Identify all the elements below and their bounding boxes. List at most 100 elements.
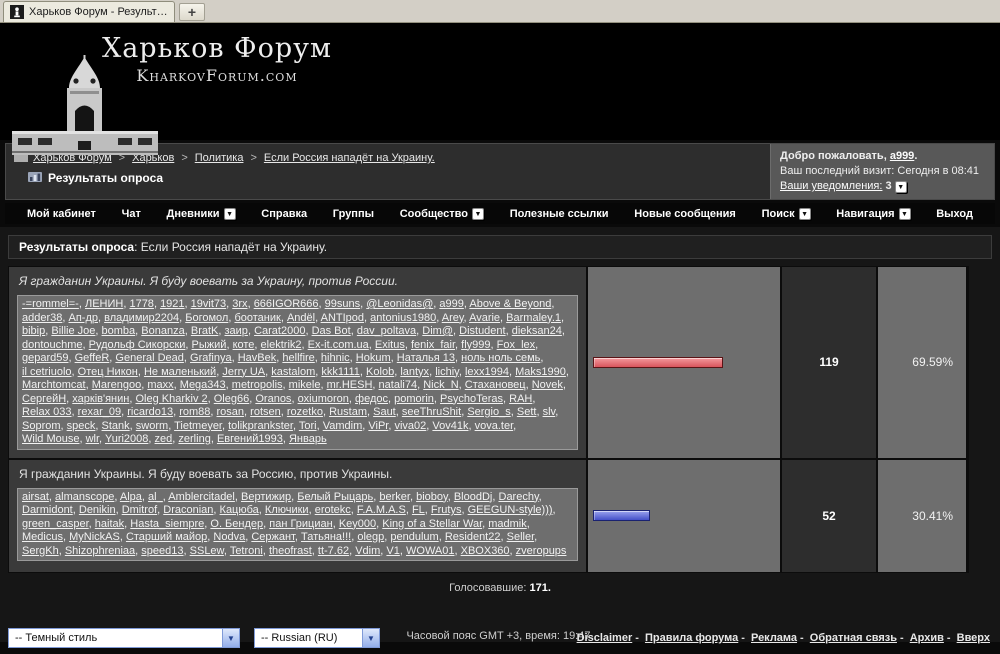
voter-link[interactable]: seeThruShit xyxy=(402,406,461,418)
voter-link[interactable]: Vamdim xyxy=(323,420,363,432)
voter-link[interactable]: Вертижир xyxy=(241,491,291,503)
voter-link[interactable]: V1 xyxy=(386,545,399,557)
voter-link[interactable]: kastalom xyxy=(271,366,315,378)
voter-link[interactable]: Novek xyxy=(532,379,563,391)
voter-link[interactable]: zveropups xyxy=(516,545,567,557)
voter-link[interactable]: Yuri2008 xyxy=(105,433,148,445)
voter-link[interactable]: bibip xyxy=(22,325,45,337)
voter-link[interactable]: Arey xyxy=(442,312,464,324)
voter-link[interactable]: Tietmeyer xyxy=(174,420,222,432)
browser-tab[interactable]: Харьков Форум - Результаты опр... xyxy=(3,1,175,22)
voter-link[interactable]: Alpa xyxy=(120,491,142,503)
voter-link[interactable]: mr.HESH xyxy=(327,379,373,391)
voter-link[interactable]: bomba xyxy=(102,325,136,337)
voter-link[interactable]: Mega343 xyxy=(180,379,226,391)
voter-link[interactable]: федос xyxy=(355,393,388,405)
voter-link[interactable]: 1778 xyxy=(129,298,153,310)
voter-link[interactable]: ноль ноль семь xyxy=(461,352,540,364)
voter-link[interactable]: Ключики xyxy=(265,504,309,516)
voter-link[interactable]: -=rommel=- xyxy=(22,298,79,310)
voter-link[interactable]: gepard59 xyxy=(22,352,69,364)
voter-link[interactable]: hellfire xyxy=(282,352,314,364)
voter-link[interactable]: theofrast xyxy=(269,545,312,557)
voter-link[interactable]: olegp xyxy=(357,531,384,543)
voter-link[interactable]: Vov41k xyxy=(432,420,468,432)
voter-link[interactable]: Exitus xyxy=(375,339,405,351)
voter-link[interactable]: Hasta_siempre xyxy=(130,518,204,530)
voter-link[interactable]: pendulum xyxy=(390,531,438,543)
voter-link[interactable]: oxiumoron xyxy=(298,393,349,405)
voter-link[interactable]: metropolis xyxy=(232,379,283,391)
voter-link[interactable]: Andël xyxy=(287,312,315,324)
voter-link[interactable]: zerling xyxy=(178,433,210,445)
voter-link[interactable]: elektrik2 xyxy=(261,339,302,351)
voter-link[interactable]: Barmaley.1 xyxy=(506,312,561,324)
dropdown-icon[interactable] xyxy=(224,208,236,220)
nav-item-community[interactable]: Сообщество xyxy=(400,208,484,220)
breadcrumb-link-politics[interactable]: Политика xyxy=(195,152,244,164)
nav-item-newposts[interactable]: Новые сообщения xyxy=(634,208,736,220)
voter-link[interactable]: заир xyxy=(225,325,248,337)
voter-link[interactable]: Darmidont xyxy=(22,504,73,516)
voter-link[interactable]: Carat2000 xyxy=(254,325,305,337)
voter-link[interactable]: О. Бендер xyxy=(210,518,263,530)
voter-link[interactable]: Рудольф Сикорски xyxy=(89,339,186,351)
voter-link[interactable]: lexx1994 xyxy=(465,366,509,378)
voter-link[interactable]: dav_poltava xyxy=(357,325,416,337)
voter-link[interactable]: PsychoTeras xyxy=(440,393,503,405)
username-link[interactable]: a999 xyxy=(890,150,914,162)
voter-link[interactable]: Евгений1993 xyxy=(217,433,283,445)
voter-link[interactable]: Draconian xyxy=(163,504,213,516)
voter-link[interactable]: BratK xyxy=(191,325,219,337)
voter-link[interactable]: maxx xyxy=(147,379,173,391)
notifications-link[interactable]: Ваши уведомления: xyxy=(780,180,882,192)
voter-link[interactable]: 3rx xyxy=(232,298,247,310)
voter-link[interactable]: fly999 xyxy=(461,339,490,351)
voter-link[interactable]: lichiy xyxy=(435,366,459,378)
voter-link[interactable]: Oranos xyxy=(255,393,291,405)
voter-link[interactable]: 19vit73 xyxy=(191,298,226,310)
nav-item-navigation[interactable]: Навигация xyxy=(836,208,910,220)
voter-link[interactable]: lantyx xyxy=(400,366,429,378)
voter-link[interactable]: Tetroni xyxy=(230,545,263,557)
voter-link[interactable]: Marengoo xyxy=(92,379,142,391)
voter-link[interactable]: Oleg Kharkiv 2 xyxy=(135,393,207,405)
voter-link[interactable]: HavBek xyxy=(238,352,277,364)
voter-link[interactable]: Белый Рыцарь xyxy=(297,491,373,503)
voter-link[interactable]: FL xyxy=(412,504,425,516)
voter-link[interactable]: Сержант xyxy=(251,531,295,543)
voter-link[interactable]: al_ xyxy=(148,491,163,503)
voter-link[interactable]: vova.ter xyxy=(475,420,514,432)
voter-link[interactable]: Tori xyxy=(299,420,317,432)
voter-link[interactable]: SSLew xyxy=(190,545,224,557)
voter-link[interactable]: Nick_N xyxy=(423,379,458,391)
nav-item-chat[interactable]: Чат xyxy=(122,208,141,220)
voter-link[interactable]: Ex-it.com.ua xyxy=(308,339,369,351)
voter-link[interactable]: Ап-др xyxy=(69,312,99,324)
voter-link[interactable]: Vdim xyxy=(355,545,380,557)
voter-link[interactable]: King of a Stellar War xyxy=(382,518,482,530)
voter-link[interactable]: Seller xyxy=(507,531,535,543)
language-select[interactable]: -- Russian (RU) xyxy=(254,628,380,648)
voter-link[interactable]: Darechy xyxy=(499,491,539,503)
voter-link[interactable]: speed13 xyxy=(141,545,183,557)
voter-link[interactable]: antonius1980 xyxy=(370,312,436,324)
voter-link[interactable]: ricardo13 xyxy=(127,406,173,418)
voter-link[interactable]: ANTIpod xyxy=(321,312,364,324)
voter-link[interactable]: Above & Beyond xyxy=(469,298,551,310)
voter-link[interactable]: Das Bot xyxy=(312,325,351,337)
voter-link[interactable]: natali74 xyxy=(379,379,418,391)
voter-link[interactable]: erotekc xyxy=(315,504,351,516)
voter-link[interactable]: rexar_09 xyxy=(78,406,121,418)
voter-link[interactable]: Hokum xyxy=(356,352,391,364)
nav-item-links[interactable]: Полезные ссылки xyxy=(510,208,609,220)
voter-link[interactable]: Январь xyxy=(289,433,327,445)
nav-item-blogs[interactable]: Дневники xyxy=(167,208,236,220)
voter-link[interactable]: madmik xyxy=(488,518,527,530)
voter-link[interactable]: Старший майор xyxy=(126,531,207,543)
voter-link[interactable]: GEEGUN-style))) xyxy=(468,504,553,516)
voter-link[interactable]: Relax 033 xyxy=(22,406,72,418)
voter-link[interactable]: СергейН xyxy=(22,393,66,405)
voter-link[interactable]: a999 xyxy=(439,298,463,310)
dropdown-icon[interactable] xyxy=(472,208,484,220)
